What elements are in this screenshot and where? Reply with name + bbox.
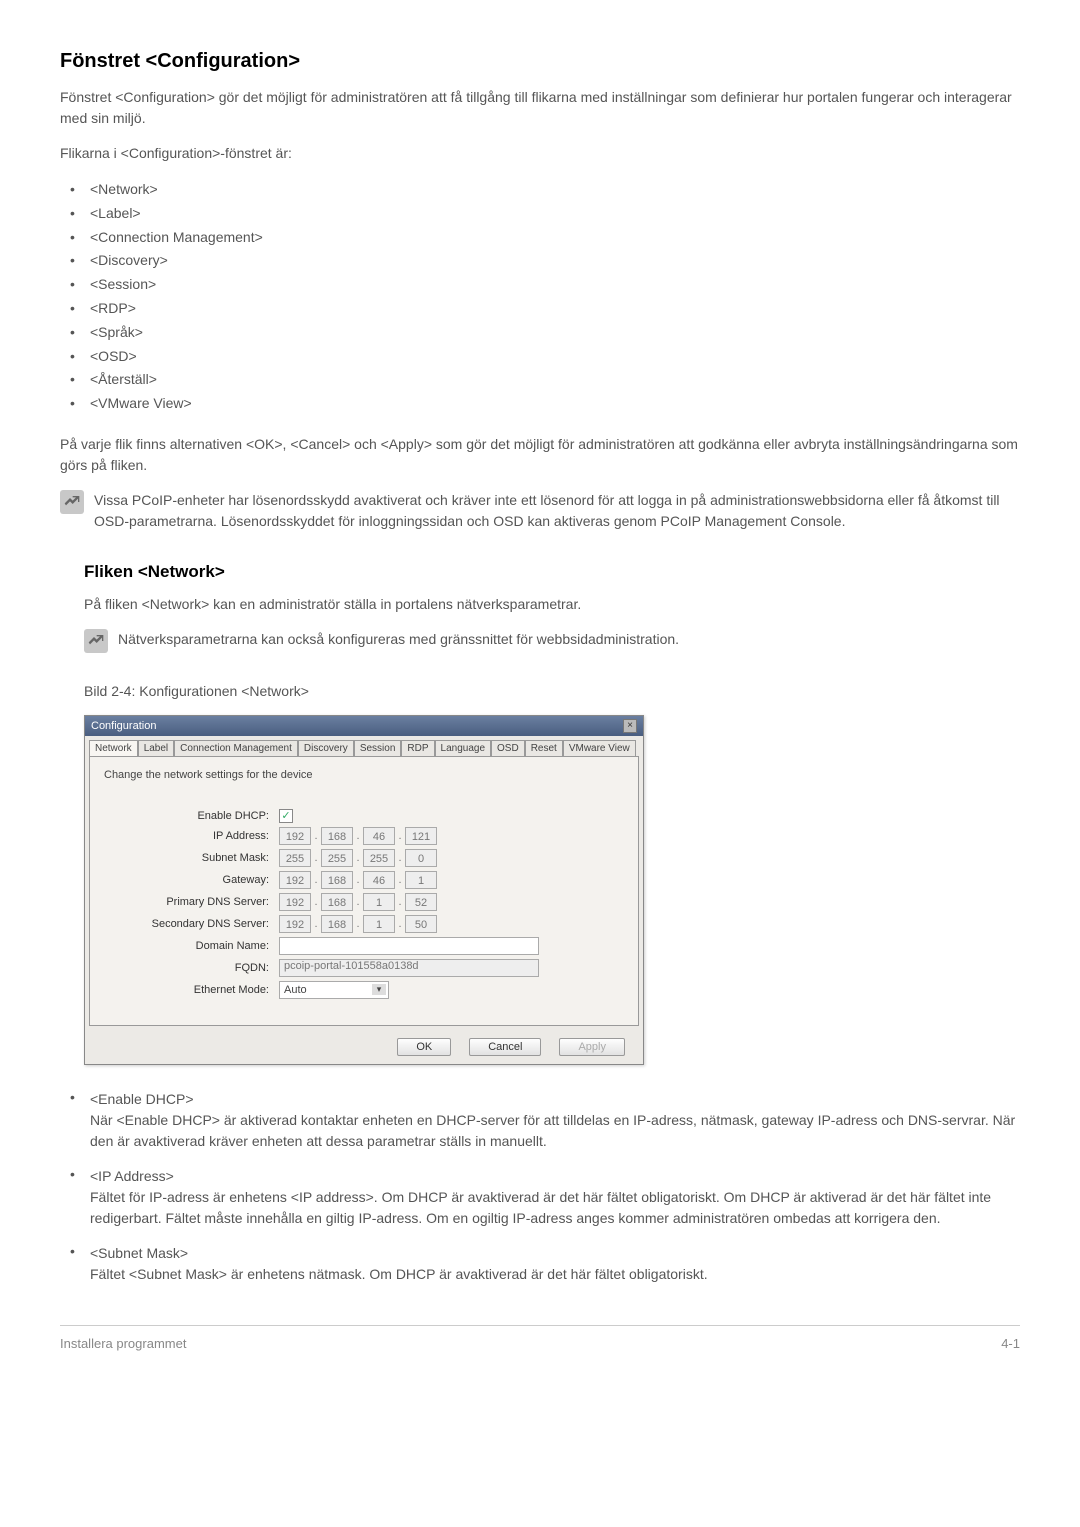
list-item: <Språk> [60, 321, 1020, 345]
ip-octet[interactable]: 1 [363, 915, 395, 933]
definition-term: <Subnet Mask> [90, 1243, 1020, 1264]
note-icon [84, 629, 108, 653]
list-item: <Enable DHCP> När <Enable DHCP> är aktiv… [60, 1089, 1020, 1152]
definition-body: När <Enable DHCP> är aktiverad kontaktar… [90, 1110, 1020, 1152]
ip-octet[interactable]: 46 [363, 827, 395, 845]
page-footer: Installera programmet 4-1 [60, 1325, 1020, 1351]
ip-octet[interactable]: 1 [363, 893, 395, 911]
dhcp-label: Enable DHCP: [104, 810, 279, 822]
ok-button[interactable]: OK [397, 1038, 451, 1056]
config-tab-list: <Network> <Label> <Connection Management… [60, 178, 1020, 416]
tab-label[interactable]: Label [138, 740, 174, 756]
fqdn-field: pcoip-portal-101558a0138d [279, 959, 539, 977]
definition-body: Fältet <Subnet Mask> är enhetens nätmask… [90, 1264, 1020, 1285]
note-block: Nätverksparametrarna kan också konfigure… [84, 629, 1020, 653]
primary-dns-field[interactable]: 192. 168. 1. 52 [279, 893, 437, 911]
ip-address-field[interactable]: 192. 168. 46. 121 [279, 827, 437, 845]
definition-body: Fältet för IP-adress är enhetens <IP add… [90, 1187, 1020, 1229]
list-item: <RDP> [60, 297, 1020, 321]
footer-left: Installera programmet [60, 1336, 186, 1351]
figure-caption: Bild 2-4: Konfigurationen <Network> [84, 683, 1020, 699]
tab-session[interactable]: Session [354, 740, 402, 756]
ip-octet[interactable]: 255 [321, 849, 353, 867]
list-item: <Discovery> [60, 249, 1020, 273]
domain-name-field[interactable] [279, 937, 539, 955]
gateway-label: Gateway: [104, 874, 279, 886]
tab-vmware-view[interactable]: VMware View [563, 740, 636, 756]
subnet-mask-field[interactable]: 255. 255. 255. 0 [279, 849, 437, 867]
tab-reset[interactable]: Reset [525, 740, 563, 756]
note-icon [60, 490, 84, 514]
list-item: <Återställ> [60, 368, 1020, 392]
network-intro-paragraph: På fliken <Network> kan en administratör… [84, 594, 1020, 615]
definition-term: <Enable DHCP> [90, 1089, 1020, 1110]
dhcp-checkbox[interactable]: ✓ [279, 809, 293, 823]
ip-octet[interactable]: 255 [363, 849, 395, 867]
tab-network[interactable]: Network [89, 740, 138, 756]
cancel-button[interactable]: Cancel [469, 1038, 541, 1056]
secondary-dns-field[interactable]: 192. 168. 1. 50 [279, 915, 437, 933]
button-row: OK Cancel Apply [85, 1030, 643, 1064]
footer-right: 4-1 [1001, 1336, 1020, 1351]
tab-language[interactable]: Language [435, 740, 492, 756]
config-window: Configuration × Network Label Connection… [84, 715, 644, 1065]
tab-rdp[interactable]: RDP [401, 740, 434, 756]
domain-label: Domain Name: [104, 940, 279, 952]
window-title: Configuration [91, 720, 156, 732]
ip-octet[interactable]: 121 [405, 827, 437, 845]
note-text: Nätverksparametrarna kan också konfigure… [118, 629, 1020, 650]
list-item: <VMware View> [60, 392, 1020, 416]
ip-octet[interactable]: 50 [405, 915, 437, 933]
tab-discovery[interactable]: Discovery [298, 740, 354, 756]
after-list-paragraph: På varje flik finns alternativen <OK>, <… [60, 434, 1020, 476]
gateway-field[interactable]: 192. 168. 46. 1 [279, 871, 437, 889]
window-tabs: Network Label Connection Management Disc… [85, 736, 643, 756]
ip-octet[interactable]: 168 [321, 871, 353, 889]
ethernet-label: Ethernet Mode: [104, 984, 279, 996]
apply-button[interactable]: Apply [559, 1038, 625, 1056]
list-item: <Network> [60, 178, 1020, 202]
fqdn-label: FQDN: [104, 962, 279, 974]
ip-label: IP Address: [104, 830, 279, 842]
tab-osd[interactable]: OSD [491, 740, 525, 756]
definition-term: <IP Address> [90, 1166, 1020, 1187]
list-item: <Connection Management> [60, 226, 1020, 250]
ip-octet[interactable]: 1 [405, 871, 437, 889]
list-item: <Subnet Mask> Fältet <Subnet Mask> är en… [60, 1243, 1020, 1285]
window-titlebar: Configuration × [85, 716, 643, 736]
list-item: <OSD> [60, 345, 1020, 369]
ip-octet[interactable]: 192 [279, 827, 311, 845]
chevron-down-icon: ▾ [372, 984, 386, 995]
ip-octet[interactable]: 192 [279, 893, 311, 911]
close-icon[interactable]: × [623, 719, 637, 733]
ip-octet[interactable]: 192 [279, 871, 311, 889]
list-item: <Session> [60, 273, 1020, 297]
note-text: Vissa PCoIP-enheter har lösenordsskydd a… [94, 490, 1020, 532]
ip-octet[interactable]: 192 [279, 915, 311, 933]
secondary-dns-label: Secondary DNS Server: [104, 918, 279, 930]
primary-dns-label: Primary DNS Server: [104, 896, 279, 908]
note-block: Vissa PCoIP-enheter har lösenordsskydd a… [60, 490, 1020, 532]
tab-panel: Change the network settings for the devi… [89, 756, 639, 1026]
ip-octet[interactable]: 52 [405, 893, 437, 911]
ip-octet[interactable]: 168 [321, 893, 353, 911]
tabs-intro-paragraph: Flikarna i <Configuration>-fönstret är: [60, 143, 1020, 164]
ip-octet[interactable]: 168 [321, 915, 353, 933]
tab-connection-management[interactable]: Connection Management [174, 740, 298, 756]
ip-octet[interactable]: 0 [405, 849, 437, 867]
ip-octet[interactable]: 168 [321, 827, 353, 845]
definition-list: <Enable DHCP> När <Enable DHCP> är aktiv… [60, 1089, 1020, 1285]
intro-paragraph: Fönstret <Configuration> gör det möjligt… [60, 87, 1020, 129]
list-item: <IP Address> Fältet för IP-adress är enh… [60, 1166, 1020, 1229]
ethernet-mode-select[interactable]: Auto ▾ [279, 981, 389, 999]
ethernet-mode-value: Auto [284, 984, 307, 996]
ip-octet[interactable]: 46 [363, 871, 395, 889]
page-title: Fönstret <Configuration> [60, 50, 1020, 73]
list-item: <Label> [60, 202, 1020, 226]
subnet-label: Subnet Mask: [104, 852, 279, 864]
network-heading: Fliken <Network> [84, 562, 1020, 582]
ip-octet[interactable]: 255 [279, 849, 311, 867]
panel-description: Change the network settings for the devi… [104, 769, 624, 781]
